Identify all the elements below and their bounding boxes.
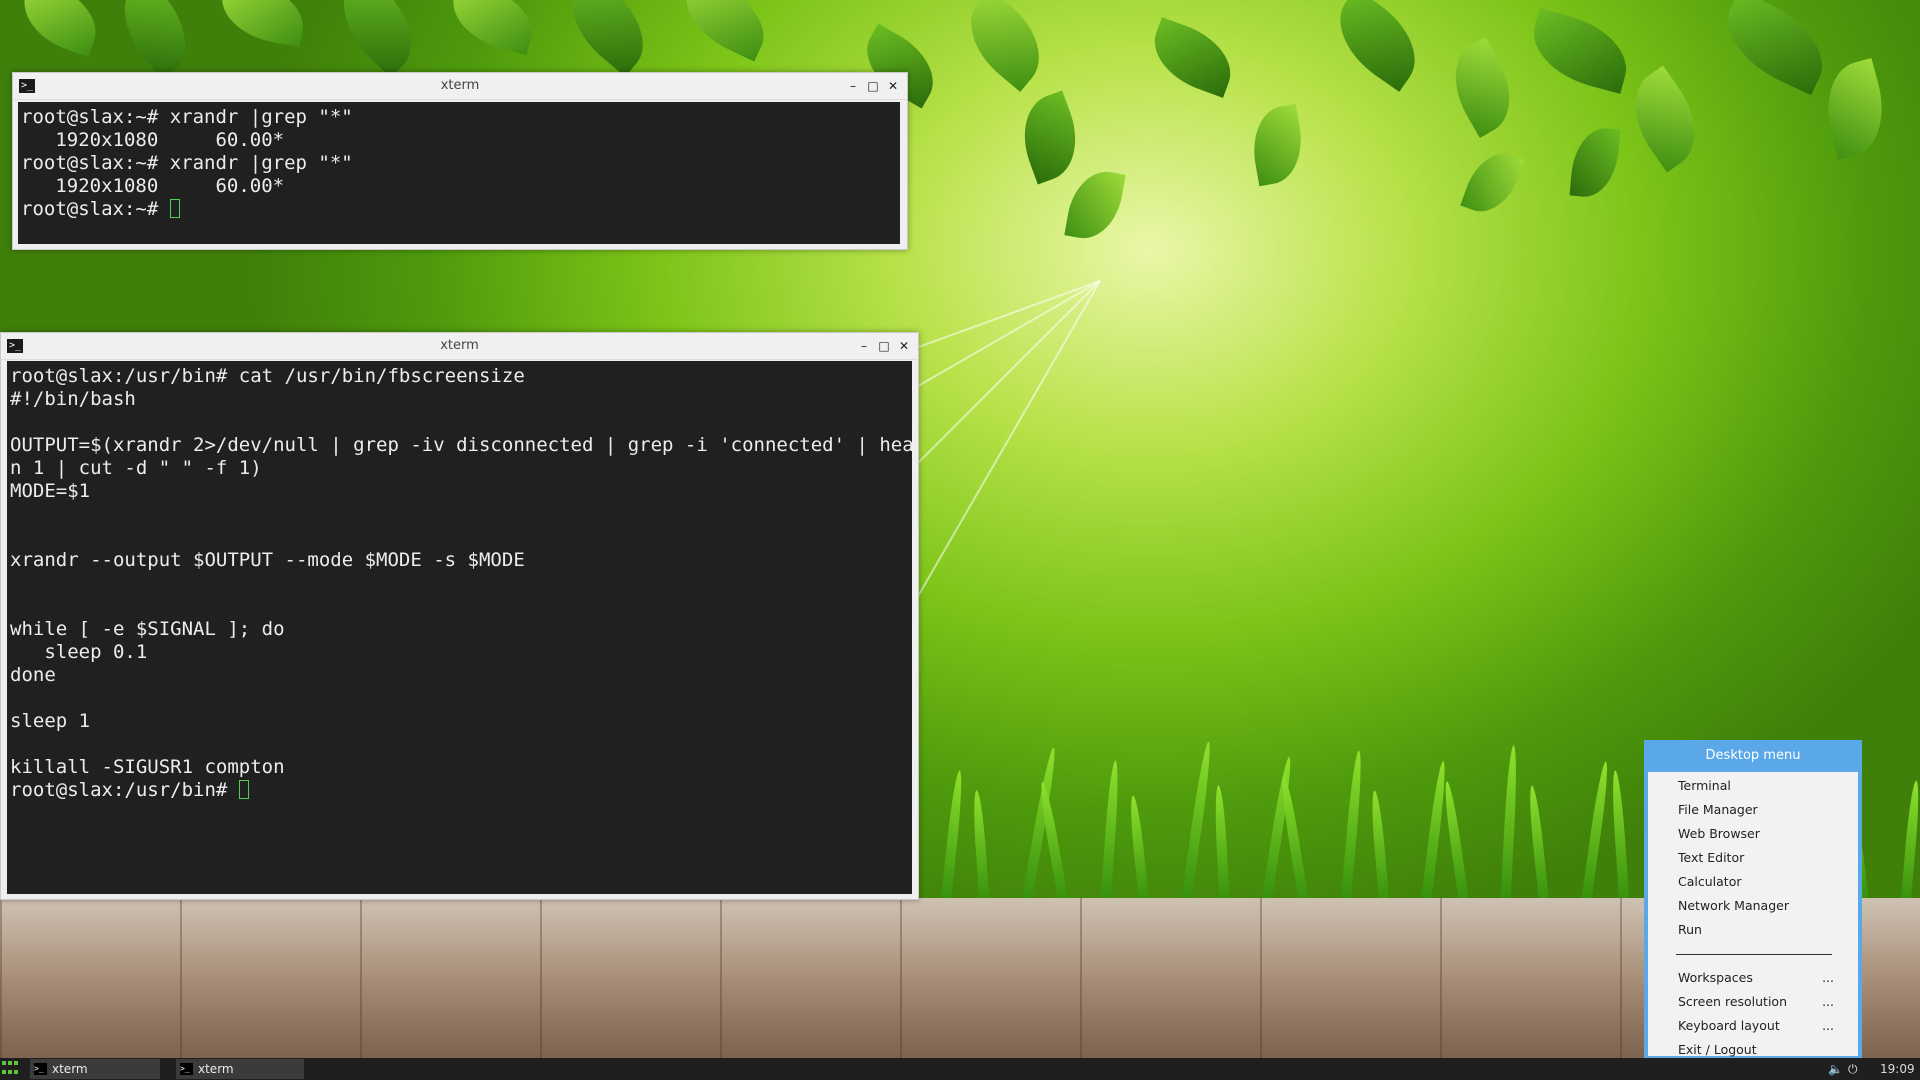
start-menu-icon[interactable]	[2, 1061, 20, 1077]
window-title: xterm	[440, 78, 480, 93]
menu-item-label: Keyboard layout	[1678, 1018, 1780, 1033]
terminal-prompt-line: root@slax:/usr/bin#	[10, 779, 912, 802]
menu-item-screen-resolution[interactable]: Screen resolution...	[1648, 990, 1858, 1014]
minimize-icon[interactable]: –	[847, 80, 859, 92]
taskbar: >_ xterm >_ xterm 🔈 ⏻ 19:09	[0, 1058, 1920, 1080]
menu-item-label: Terminal	[1678, 778, 1731, 793]
terminal-line: done	[10, 664, 56, 686]
terminal-line: #!/bin/bash	[10, 388, 136, 410]
menu-item-keyboard-layout[interactable]: Keyboard layout...	[1648, 1014, 1858, 1038]
submenu-indicator: ...	[1822, 1018, 1834, 1033]
terminal-line: killall -SIGUSR1 compton	[10, 756, 285, 778]
menu-item-label: Run	[1678, 922, 1702, 937]
menu-item-label: File Manager	[1678, 802, 1758, 817]
menu-item-web-browser[interactable]: Web Browser	[1648, 822, 1858, 846]
menu-item-workspaces[interactable]: Workspaces...	[1648, 966, 1858, 990]
terminal-line: root@slax:~# xrandr |grep "*"	[21, 106, 353, 128]
menu-item-label: Screen resolution	[1678, 994, 1788, 1009]
window-titlebar[interactable]: >_ xterm – □ ✕	[13, 73, 907, 100]
maximize-icon[interactable]: □	[867, 80, 879, 92]
menu-item-label: Workspaces	[1678, 970, 1753, 985]
xterm-window-1[interactable]: >_ xterm – □ ✕ root@slax:~# xrandr |grep…	[12, 72, 908, 250]
terminal-line: root@slax:~# xrandr |grep "*"	[21, 152, 353, 174]
maximize-icon[interactable]: □	[878, 340, 890, 352]
terminal-line: 1920x1080 60.00*	[21, 129, 285, 151]
terminal-line: root@slax:/usr/bin# cat /usr/bin/fbscree…	[10, 365, 525, 387]
terminal-prompt: root@slax:~#	[21, 198, 170, 220]
desktop-menu-body: Terminal File Manager Web Browser Text E…	[1648, 772, 1858, 1057]
menu-item-network-manager[interactable]: Network Manager	[1648, 894, 1858, 918]
desktop[interactable]: >_ xterm – □ ✕ root@slax:~# xrandr |grep…	[0, 0, 1920, 1080]
minimize-icon[interactable]: –	[858, 340, 870, 352]
volume-icon[interactable]: 🔈	[1828, 1058, 1843, 1080]
terminal-line: OUTPUT=$(xrandr 2>/dev/null | grep -iv d…	[10, 434, 912, 456]
terminal-prompt: root@slax:/usr/bin#	[10, 779, 239, 801]
terminal-line: n 1 | cut -d " " -f 1)	[10, 457, 262, 479]
menu-item-label: Web Browser	[1678, 826, 1760, 841]
desktop-menu-title: Desktop menu	[1705, 748, 1801, 763]
menu-separator	[1648, 942, 1858, 966]
menu-item-text-editor[interactable]: Text Editor	[1648, 846, 1858, 870]
terminal-line: while [ -e $SIGNAL ]; do	[10, 618, 285, 640]
terminal-line: xrandr --output $OUTPUT --mode $MODE -s …	[10, 549, 525, 571]
xterm-window-2[interactable]: >_ xterm – □ ✕ root@slax:/usr/bin# cat /…	[0, 332, 919, 900]
menu-item-label: Text Editor	[1678, 850, 1745, 865]
terminal-line: sleep 0.1	[10, 641, 148, 663]
clock[interactable]: 19:09	[1880, 1058, 1915, 1080]
terminal-prompt-line: root@slax:~#	[21, 198, 900, 221]
terminal-line: 1920x1080 60.00*	[21, 175, 285, 197]
taskbar-item-label: xterm	[198, 1062, 234, 1076]
menu-item-file-manager[interactable]: File Manager	[1648, 798, 1858, 822]
submenu-indicator: ...	[1822, 970, 1834, 985]
menu-item-label: Calculator	[1678, 874, 1742, 889]
menu-item-terminal[interactable]: Terminal	[1648, 774, 1858, 798]
terminal-output[interactable]: root@slax:/usr/bin# cat /usr/bin/fbscree…	[7, 361, 912, 894]
window-title: xterm	[440, 338, 479, 353]
terminal-icon: >_	[180, 1063, 193, 1075]
close-icon[interactable]: ✕	[898, 340, 910, 352]
terminal-output[interactable]: root@slax:~# xrandr |grep "*" 1920x1080 …	[18, 102, 900, 244]
taskbar-item-xterm-1[interactable]: >_ xterm	[30, 1059, 160, 1079]
menu-item-label: Network Manager	[1678, 898, 1789, 913]
text-cursor	[238, 780, 249, 799]
menu-item-label: Exit / Logout	[1678, 1042, 1757, 1057]
menu-item-run[interactable]: Run	[1648, 918, 1858, 942]
close-icon[interactable]: ✕	[887, 80, 899, 92]
text-cursor	[169, 199, 180, 218]
taskbar-item-xterm-2[interactable]: >_ xterm	[176, 1059, 304, 1079]
window-titlebar[interactable]: >_ xterm – □ ✕	[1, 333, 918, 360]
power-icon[interactable]: ⏻	[1848, 1058, 1858, 1080]
submenu-indicator: ...	[1822, 994, 1834, 1009]
terminal-icon: >_	[34, 1063, 47, 1075]
terminal-line: MODE=$1	[10, 480, 91, 502]
terminal-line: sleep 1	[10, 710, 91, 732]
menu-item-calculator[interactable]: Calculator	[1648, 870, 1858, 894]
taskbar-item-label: xterm	[52, 1062, 88, 1076]
desktop-menu[interactable]: Desktop menu Terminal File Manager Web B…	[1644, 740, 1862, 1060]
